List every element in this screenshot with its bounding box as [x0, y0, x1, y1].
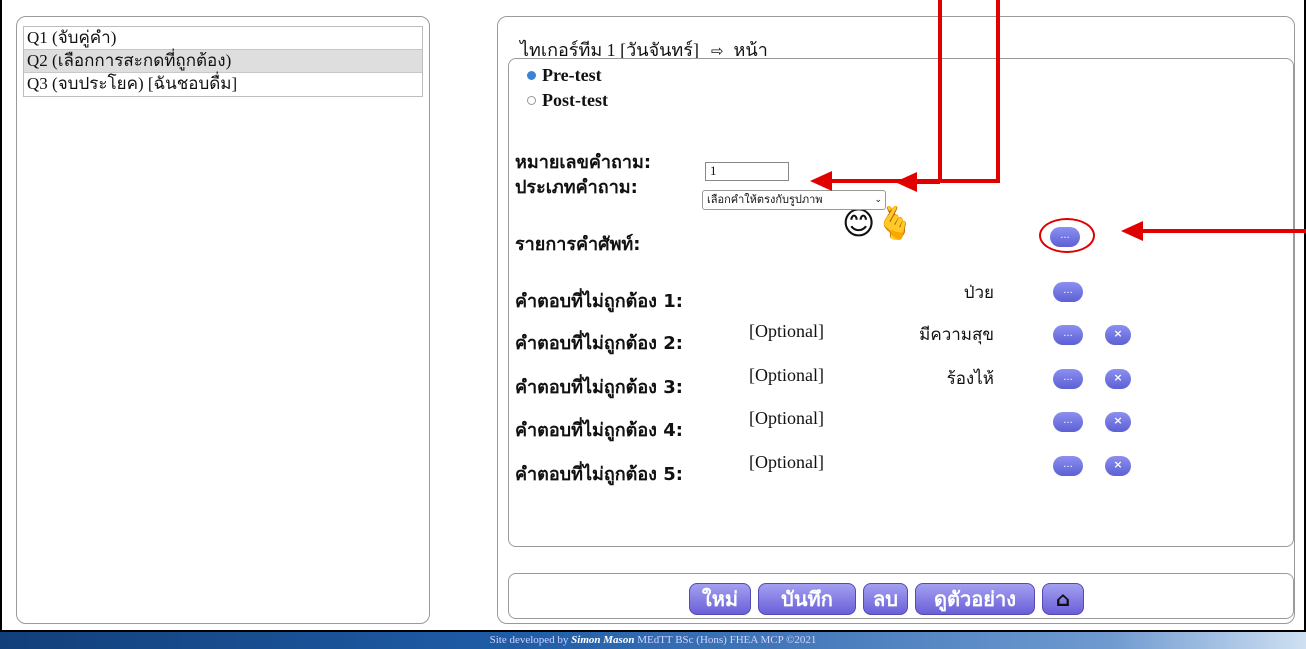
wrong-answer-3-delete-button[interactable]: ×	[1105, 369, 1131, 389]
annotation-line	[938, 0, 942, 182]
question-number-input[interactable]: 1	[705, 162, 789, 181]
question-list: Q1 (จับคู่คำ) Q2 (เลือกการสะกดที่ถูกต้อง…	[23, 26, 423, 97]
wrong-answer-2-more-button[interactable]: ...	[1053, 325, 1083, 345]
wrong-answer-5-more-button[interactable]: ...	[1053, 456, 1083, 476]
action-bar: ใหม่ บันทึก ลบ ดูตัวอย่าง ⌂	[508, 573, 1294, 619]
question-item-q3[interactable]: Q3 (จบประโยค) [ฉันชอบดื่ม]	[24, 73, 422, 96]
wrong-answer-4-more-button[interactable]: ...	[1053, 412, 1083, 432]
home-icon: ⌂	[1055, 587, 1071, 611]
post-test-label: Post-test	[542, 90, 608, 110]
delete-button[interactable]: ลบ	[863, 583, 908, 615]
wrong-answer-3-optional: [Optional]	[749, 365, 824, 385]
chevron-down-icon: ⌄	[874, 195, 882, 205]
pre-test-label: Pre-test	[542, 65, 602, 85]
annotation-ellipse	[1039, 218, 1095, 253]
new-button[interactable]: ใหม่	[689, 583, 751, 615]
question-item-q2[interactable]: Q2 (เลือกการสะกดที่ถูกต้อง)	[24, 50, 422, 73]
home-button[interactable]: ⌂	[1042, 583, 1084, 615]
wrong-answer-1-word: ป่วย	[963, 283, 994, 303]
vocab-image: 😊🫰	[842, 204, 916, 242]
pre-test-radio[interactable]	[527, 71, 536, 80]
wrong-answer-4-optional: [Optional]	[749, 408, 824, 428]
wrong-answer-4-delete-button[interactable]: ×	[1105, 412, 1131, 432]
save-button[interactable]: บันทึก	[758, 583, 856, 615]
wrong-answer-1-label: คำตอบที่ไม่ถูกต้อง 1:	[515, 291, 683, 312]
annotation-line	[916, 180, 940, 184]
question-form: Pre-test Post-test หมายเลขคำถาม: ประเภทค…	[508, 58, 1294, 547]
annotation-line	[996, 0, 1000, 182]
wrong-answer-5-delete-button[interactable]: ×	[1105, 456, 1131, 476]
wrong-answer-3-word: ร้องไห้	[946, 369, 994, 389]
footer-prefix: Site developed by	[489, 634, 569, 646]
annotation-arrowhead	[1121, 221, 1143, 241]
wrong-answer-2-optional: [Optional]	[749, 321, 824, 341]
preview-button[interactable]: ดูตัวอย่าง	[915, 583, 1035, 615]
wrong-answer-3-label: คำตอบที่ไม่ถูกต้อง 3:	[515, 377, 683, 398]
annotation-arrowhead	[810, 171, 832, 191]
annotation-arrowhead	[895, 172, 917, 192]
post-test-radio[interactable]	[527, 96, 536, 105]
wrong-answer-2-label: คำตอบที่ไม่ถูกต้อง 2:	[515, 333, 683, 354]
wrong-answer-5-optional: [Optional]	[749, 452, 824, 472]
post-test-option[interactable]: Post-test	[527, 90, 608, 111]
wrong-answer-2-delete-button[interactable]: ×	[1105, 325, 1131, 345]
wrong-answer-1-more-button[interactable]: ...	[1053, 282, 1083, 302]
vocab-label: รายการคำศัพท์:	[515, 234, 641, 255]
wrong-answer-4-label: คำตอบที่ไม่ถูกต้อง 4:	[515, 420, 683, 441]
footer: Site developed by Simon Mason MEdTT BSc …	[0, 632, 1306, 649]
wrong-answer-3-more-button[interactable]: ...	[1053, 369, 1083, 389]
wrong-answer-5-label: คำตอบที่ไม่ถูกต้อง 5:	[515, 464, 683, 485]
page-link[interactable]: หน้า	[734, 40, 768, 60]
footer-credentials: MEdTT BSc (Hons) FHEA MCP ©2021	[637, 634, 817, 646]
question-list-panel: Q1 (จับคู่คำ) Q2 (เลือกการสะกดที่ถูกต้อง…	[16, 16, 430, 624]
question-item-q1[interactable]: Q1 (จับคู่คำ)	[24, 27, 422, 50]
pre-test-option[interactable]: Pre-test	[527, 65, 602, 86]
annotation-line	[1142, 229, 1306, 233]
question-type-value: เลือกคำให้ตรงกับรูปภาพ	[707, 193, 823, 206]
editor-panel: ไทเกอร์ทีม 1 [วันจันทร์] ⇨ หน้า Pre-test P…	[497, 16, 1295, 624]
question-type-label: ประเภทคำถาม:	[515, 177, 638, 198]
wrong-answer-2-word: มีความสุข	[919, 325, 994, 345]
team-title: ไทเกอร์ทีม 1 [วันจันทร์]	[520, 40, 699, 60]
question-type-select[interactable]: เลือกคำให้ตรงกับรูปภาพ ⌄	[702, 190, 886, 210]
footer-author: Simon Mason	[571, 634, 635, 646]
